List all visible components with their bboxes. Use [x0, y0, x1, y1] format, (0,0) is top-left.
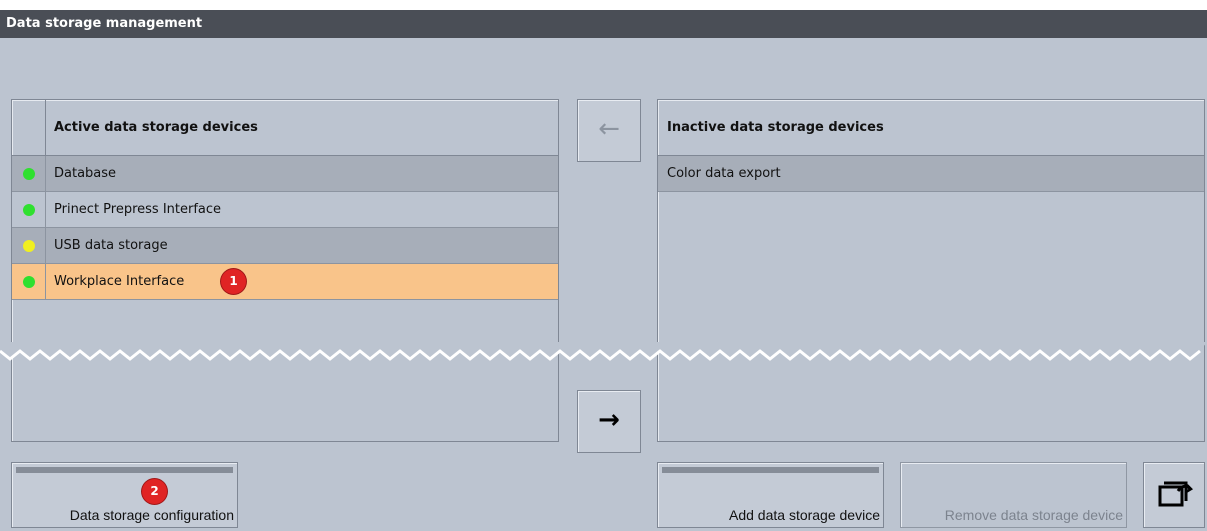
move-to-active-button[interactable]: ← [577, 99, 641, 162]
row-label: Prinect Prepress Interface [54, 202, 222, 217]
active-devices-header: Active data storage devices [12, 100, 558, 156]
status-dot [23, 204, 35, 216]
list-item-usb-data-storage[interactable]: USB data storage [12, 228, 558, 264]
window-title: Data storage management [0, 10, 1207, 38]
content-break-zigzag [0, 342, 1207, 361]
remove-data-storage-device-button[interactable]: Remove data storage device [900, 462, 1127, 528]
status-dot [23, 240, 35, 252]
list-item-prinect-prepress-interface[interactable]: Prinect Prepress Interface [12, 192, 558, 228]
status-dot [23, 168, 35, 180]
callout-badge-1: 1 [221, 269, 246, 294]
exit-button[interactable] [1143, 462, 1205, 528]
callout-badge-2: 2 [142, 479, 167, 504]
status-dot [23, 276, 35, 288]
list-item-workplace-interface[interactable]: Workplace Interface 1 [12, 264, 558, 300]
data-storage-management-window: Data storage management Active data stor… [0, 10, 1207, 531]
button-label: Data storage configuration [69, 507, 234, 523]
active-devices-list[interactable]: Active data storage devices Database Pri… [11, 99, 559, 442]
button-indicator-bar [16, 467, 233, 473]
row-label: Database [54, 166, 117, 181]
list-item-database[interactable]: Database [12, 156, 558, 192]
button-label: Add data storage device [729, 507, 880, 523]
row-label: USB data storage [54, 238, 168, 253]
row-label: Workplace Interface [54, 274, 185, 289]
button-indicator-bar [662, 467, 879, 473]
list-item-color-data-export[interactable]: Color data export [658, 156, 1204, 192]
exit-icon [1158, 481, 1194, 507]
row-label: Color data export [667, 166, 781, 181]
data-storage-configuration-button[interactable]: 2 Data storage configuration [11, 462, 238, 528]
button-label: Remove data storage device [944, 507, 1123, 523]
add-data-storage-device-button[interactable]: Add data storage device [657, 462, 884, 528]
inactive-devices-list[interactable]: Inactive data storage devices Color data… [657, 99, 1205, 442]
inactive-devices-header: Inactive data storage devices [658, 100, 1204, 156]
move-to-inactive-button[interactable]: → [577, 390, 641, 453]
